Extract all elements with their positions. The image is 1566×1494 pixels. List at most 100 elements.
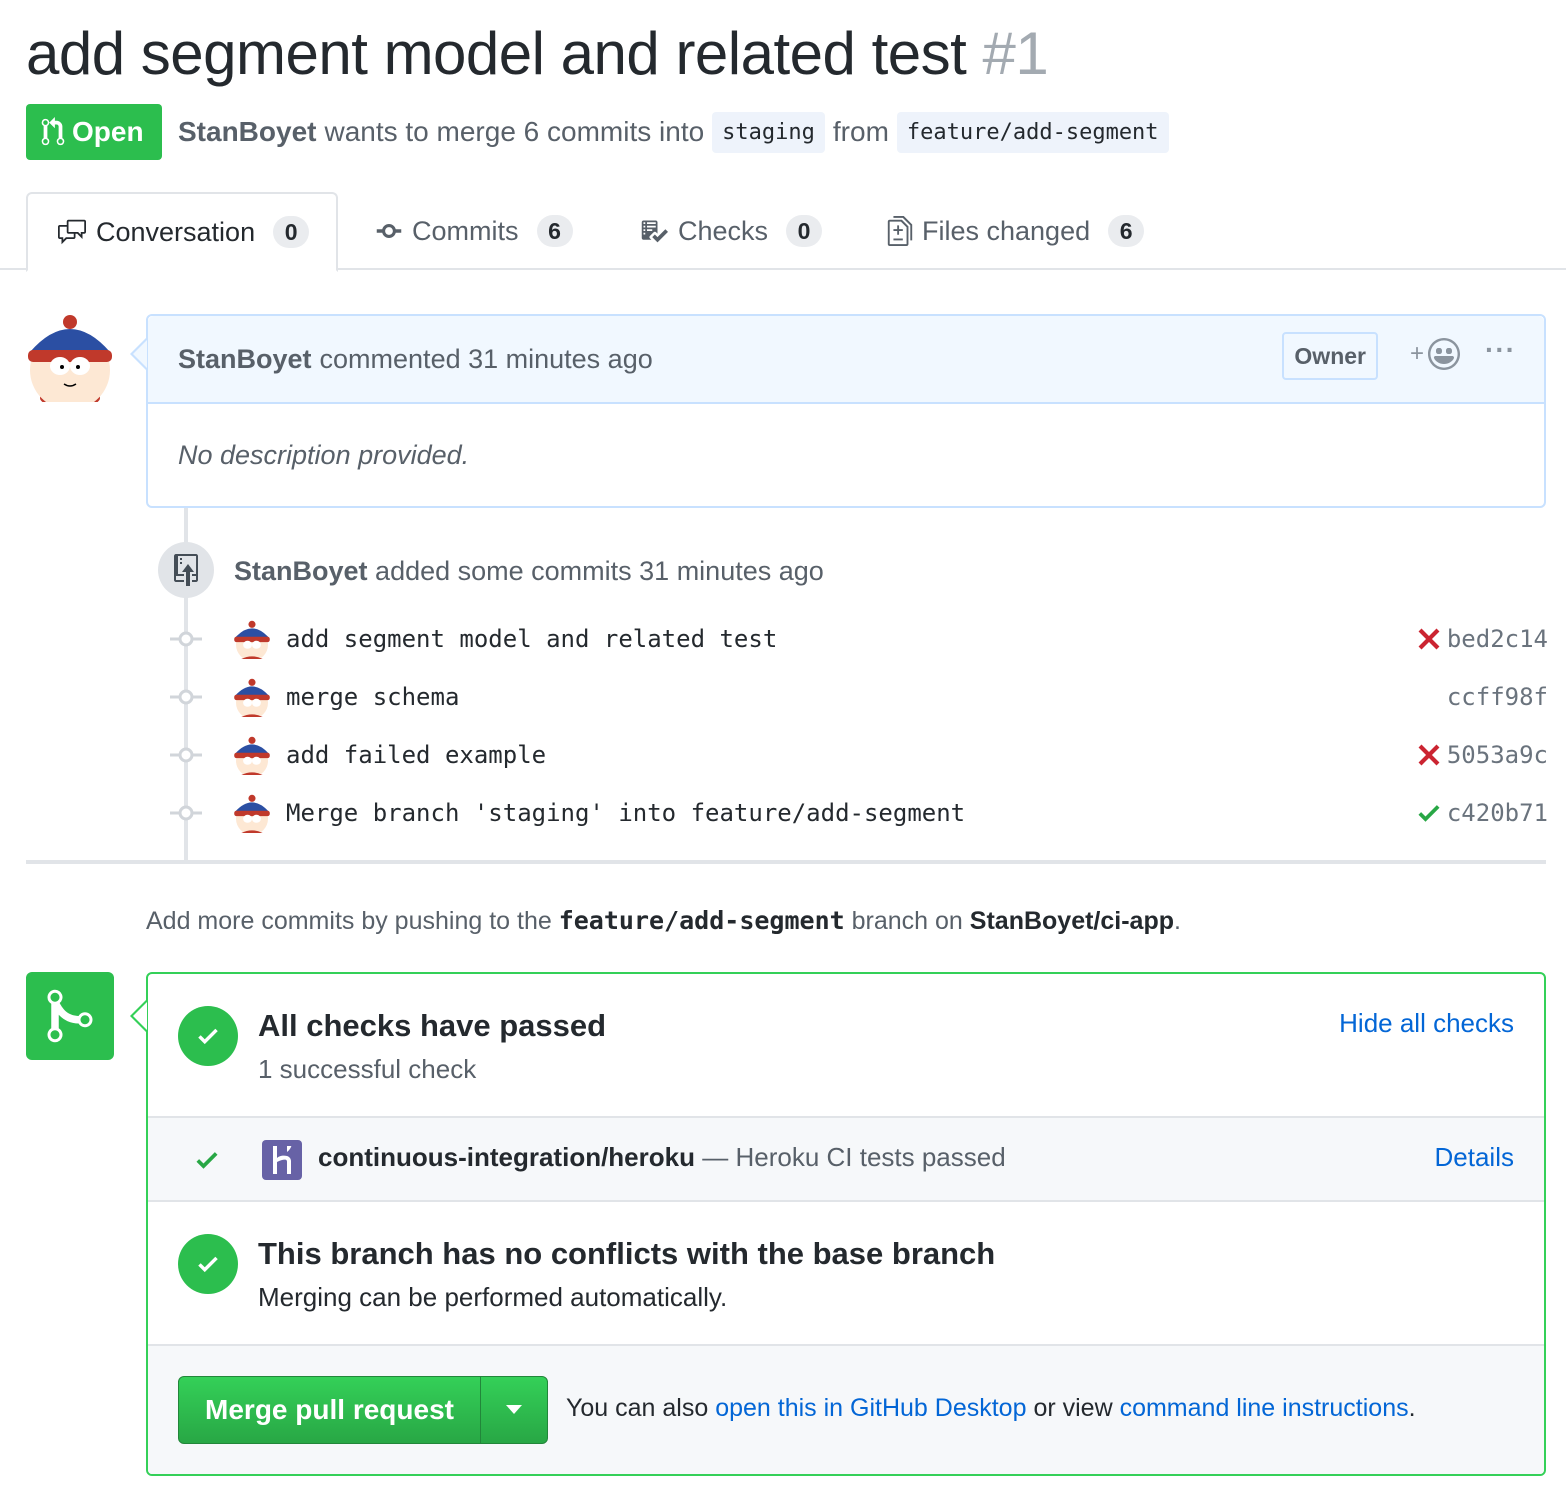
tab-conversation[interactable]: Conversation 0	[26, 192, 338, 272]
tab-label: Checks	[678, 215, 769, 246]
conflict-title: This branch has no conflicts with the ba…	[258, 1236, 996, 1271]
owner-badge: Owner	[1282, 332, 1378, 380]
push-author-link[interactable]: StanBoyet	[234, 556, 368, 586]
end-text: .	[1408, 1394, 1416, 1422]
commit-row: Merge branch 'staging' into feature/add-…	[170, 784, 1548, 842]
tab-nav: Conversation 0 Commits 6 Checks 0 Files …	[0, 192, 1566, 272]
commit-node-icon	[170, 689, 202, 705]
tab-counter: 0	[273, 216, 310, 248]
commit-message-link[interactable]: add failed example	[286, 741, 546, 769]
push-hint-suffix: .	[1174, 907, 1181, 935]
comment: StanBoyet commented 31 minutes ago Owner…	[146, 314, 1546, 508]
push-meta: added some commits 31 minutes ago	[375, 556, 824, 586]
commit-sha-link[interactable]: ccff98f	[1447, 683, 1548, 711]
avatar[interactable]	[26, 312, 114, 410]
merge-summary: StanBoyet wants to merge 6 commits into …	[178, 108, 1177, 156]
command-line-link[interactable]: command line instructions	[1120, 1394, 1409, 1422]
github-desktop-link[interactable]: open this in GitHub Desktop	[715, 1394, 1026, 1422]
commit-row: merge schema ccff98f	[170, 668, 1548, 726]
push-hint-prefix: Add more commits by pushing to the	[146, 907, 552, 935]
or-text: or view	[1033, 1394, 1113, 1422]
state-badge: Open	[26, 104, 162, 160]
merge-text: wants to merge 6 commits into	[324, 116, 705, 147]
head-branch[interactable]: feature/add-segment	[896, 111, 1169, 153]
avatar[interactable]	[232, 619, 272, 661]
commit-status-check-icon[interactable]	[1414, 799, 1444, 827]
commit-message-link[interactable]: merge schema	[286, 683, 459, 711]
commit-message-link[interactable]: add segment model and related test	[286, 625, 777, 653]
commit-sha-link[interactable]: bed2c14	[1447, 625, 1548, 653]
more-options-button[interactable]: ···	[1485, 334, 1516, 366]
comment-discussion-icon	[58, 219, 86, 245]
commit-row: add failed example 5053a9c	[170, 726, 1548, 784]
heroku-icon	[262, 1140, 302, 1180]
merge-pointer-inner	[133, 1002, 147, 1030]
pr-title: add segment model and related test #1	[26, 18, 1049, 90]
timeline-divider	[26, 860, 1546, 864]
checks-title: All checks have passed	[258, 1008, 607, 1043]
check-icon	[196, 1152, 218, 1169]
avatar[interactable]	[232, 793, 272, 835]
push-event-badge	[158, 542, 214, 598]
comment-header: StanBoyet commented 31 minutes ago Owner…	[148, 316, 1544, 404]
avatar[interactable]	[232, 735, 272, 777]
triangle-down-icon	[506, 1405, 522, 1414]
check-item: continuous-integration/heroku — Heroku C…	[148, 1118, 1544, 1202]
check-circle-icon	[178, 1006, 238, 1066]
git-pull-request-icon	[41, 117, 65, 146]
tab-files-changed[interactable]: Files changed 6	[886, 192, 1145, 270]
tab-label: Files changed	[922, 215, 1091, 246]
git-commit-icon	[376, 224, 402, 238]
pr-number: #1	[982, 20, 1049, 87]
commit-message-link[interactable]: Merge branch 'staging' into feature/add-…	[286, 799, 965, 827]
commit-sha-link[interactable]: c420b71	[1447, 799, 1548, 827]
comment-author-link[interactable]: StanBoyet	[178, 344, 312, 375]
merge-button-group: Merge pull request	[178, 1376, 548, 1444]
pr-author-link[interactable]: StanBoyet	[178, 116, 316, 148]
pr-title-text: add segment model and related test	[26, 20, 967, 87]
base-branch[interactable]: staging	[712, 111, 825, 153]
avatar[interactable]	[232, 677, 272, 719]
checklist-icon	[641, 220, 668, 243]
checks-subtitle: 1 successful check	[258, 1054, 477, 1084]
push-event-text: StanBoyet added some commits 31 minutes …	[234, 556, 824, 587]
add-reaction-button[interactable]: +	[1410, 338, 1460, 370]
also-prefix: You can also	[566, 1394, 709, 1422]
push-hint: Add more commits by pushing to the featu…	[146, 906, 1181, 936]
plus-text: +	[1409, 340, 1424, 367]
alternative-options: You can also open this in GitHub Desktop…	[566, 1394, 1416, 1423]
commit-sha-link[interactable]: 5053a9c	[1447, 741, 1548, 769]
tab-label: Commits	[412, 215, 519, 246]
merge-status-badge	[26, 972, 114, 1060]
commit-status-x-icon[interactable]	[1414, 627, 1444, 651]
comment-body: No description provided.	[178, 440, 470, 470]
hide-checks-link[interactable]: Hide all checks	[1339, 1008, 1514, 1039]
details-link[interactable]: Details	[1435, 1142, 1514, 1173]
tab-label: Conversation	[96, 216, 256, 247]
check-item-desc: — Heroku CI tests passed	[702, 1142, 1006, 1172]
merge-method-dropdown[interactable]	[481, 1377, 547, 1443]
tab-counter: 0	[786, 215, 823, 247]
tab-checks[interactable]: Checks 0	[638, 192, 823, 270]
push-hint-middle: branch on	[851, 907, 963, 935]
push-hint-repo: StanBoyet/ci-app	[969, 907, 1174, 935]
commit-node-icon	[170, 805, 202, 821]
push-hint-branch: feature/add-segment	[558, 906, 845, 935]
commit-node-icon	[170, 747, 202, 763]
tab-counter: 6	[1108, 215, 1145, 247]
commit-status-x-icon[interactable]	[1414, 743, 1444, 767]
smiley-icon	[1428, 338, 1460, 370]
commit-row: add segment model and related test bed2c1…	[170, 610, 1548, 668]
check-circle-icon	[178, 1234, 238, 1294]
conflict-section: This branch has no conflicts with the ba…	[148, 1202, 1544, 1346]
from-text: from	[832, 116, 889, 147]
check-item-name: continuous-integration/heroku	[318, 1142, 695, 1172]
merge-box: All checks have passed 1 successful chec…	[146, 972, 1546, 1476]
check-item-text: continuous-integration/heroku — Heroku C…	[318, 1142, 1006, 1173]
git-merge-icon	[47, 989, 93, 1043]
repo-push-icon	[174, 554, 198, 586]
diff-icon	[887, 216, 913, 246]
comment-meta[interactable]: commented 31 minutes ago	[320, 344, 653, 375]
merge-pull-request-button[interactable]: Merge pull request	[179, 1377, 481, 1443]
tab-commits[interactable]: Commits 6	[374, 192, 573, 270]
